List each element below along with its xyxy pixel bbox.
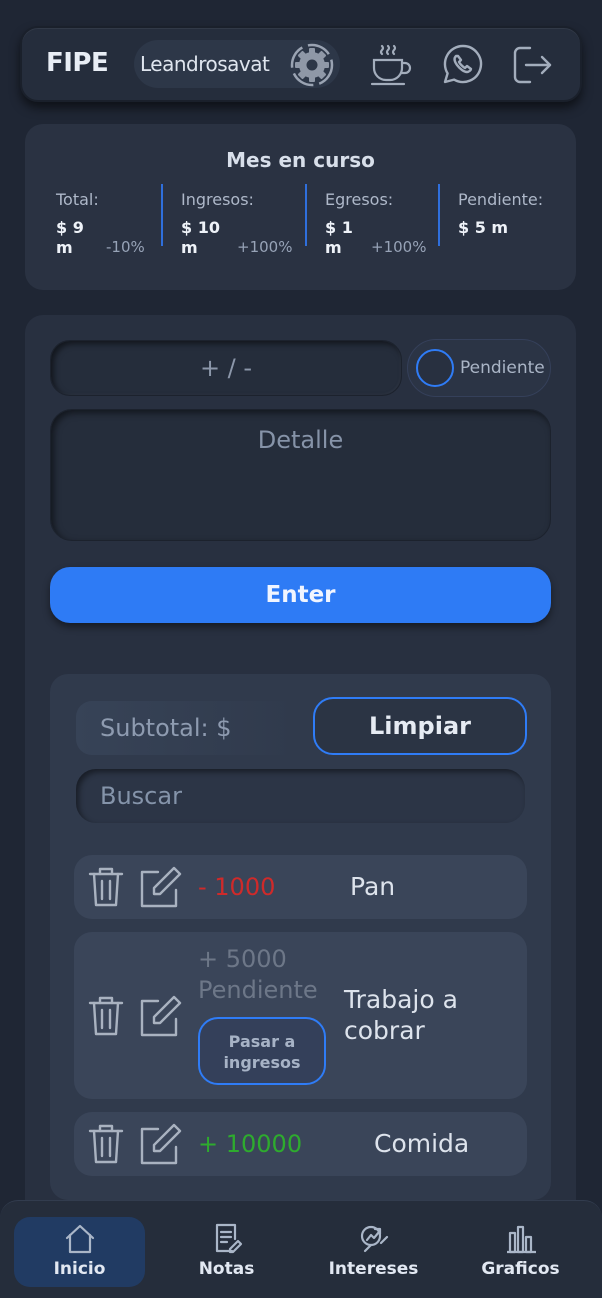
nav-item-graficos[interactable]: Graficos (455, 1217, 586, 1287)
list-item: + 5000 Pendiente Pasar a ingresos Trabaj… (74, 932, 527, 1099)
pending-toggle[interactable]: Pendiente (407, 339, 551, 397)
user-pill[interactable]: Leandrosavat (134, 40, 340, 88)
nav-item-intereses[interactable]: Intereses (308, 1217, 439, 1287)
username: Leandrosavat (140, 52, 270, 76)
trash-icon[interactable] (86, 1122, 126, 1166)
month-summary-card: Mes en curso Total: $ 9 m -10% Ingresos:… (25, 124, 576, 290)
trash-icon[interactable] (86, 865, 126, 909)
item-description: Pan (350, 872, 396, 901)
edit-icon[interactable] (136, 1121, 184, 1167)
home-icon (65, 1224, 94, 1254)
search-input[interactable]: Buscar (76, 769, 525, 823)
pending-radio[interactable] (416, 349, 454, 387)
move-to-income-button[interactable]: Pasar a ingresos (198, 1017, 326, 1085)
item-description: Trabajo a cobrar (344, 985, 458, 1045)
edit-icon[interactable] (136, 864, 184, 910)
subtotal-label: Subtotal: $ (76, 701, 298, 755)
entry-form-card: + / - Pendiente Detalle Enter Subtotal: … (25, 315, 576, 1200)
item-amount: - 1000 (198, 873, 276, 901)
top-header: FIPE Leandrosavat (20, 26, 582, 102)
nav-item-inicio[interactable]: Inicio (14, 1217, 145, 1287)
list-item: + 10000 Comida (74, 1112, 527, 1176)
stat-label: Ingresos: (181, 190, 254, 209)
interest-icon (360, 1225, 388, 1253)
divider (305, 184, 307, 246)
stat-value: $ 1 m (325, 218, 353, 257)
stat-income: Ingresos: $ 10 m +100% (181, 190, 292, 257)
summary-title: Mes en curso (226, 148, 375, 172)
item-description: Comida (374, 1129, 470, 1158)
bottom-navigation: Inicio Notas Intereses Graficos (0, 1200, 602, 1298)
stat-value: $ 9 m (56, 218, 84, 257)
enter-button[interactable]: Enter (50, 567, 551, 623)
list-item: - 1000 Pan (74, 855, 527, 919)
logout-icon[interactable] (510, 42, 556, 88)
notes-icon (215, 1223, 242, 1254)
stat-pct: +100% (237, 238, 293, 256)
stat-label: Total: (56, 190, 99, 209)
item-amount: + 10000 (198, 1130, 303, 1158)
nav-label: Notas (198, 1259, 255, 1279)
item-amount: + 5000 (198, 945, 287, 973)
coffee-icon[interactable] (368, 42, 414, 88)
detail-textarea[interactable]: Detalle (50, 409, 551, 541)
nav-label: Graficos (481, 1259, 560, 1279)
edit-icon[interactable] (136, 993, 184, 1039)
chart-icon (506, 1225, 536, 1254)
stat-value: $ 5 m (458, 218, 509, 237)
app-logo[interactable]: FIPE (46, 48, 109, 78)
whatsapp-icon[interactable] (440, 42, 486, 88)
stat-label: Pendiente: (458, 190, 544, 209)
nav-item-notas[interactable]: Notas (161, 1217, 292, 1287)
stat-value: $ 10 m (181, 218, 220, 257)
stat-expenses: Egresos: $ 1 m +100% (325, 190, 426, 257)
gear-icon[interactable] (290, 43, 334, 87)
item-amount-pending: + 5000 Pendiente (198, 944, 318, 1006)
transactions-panel: Subtotal: $ Limpiar Buscar - 1000 Pan + … (50, 674, 551, 1200)
stat-label: Egresos: (325, 190, 394, 209)
divider (161, 184, 163, 246)
stat-total: Total: $ 9 m -10% (56, 190, 145, 257)
clear-button[interactable]: Limpiar (313, 697, 527, 755)
divider (438, 184, 440, 246)
stat-pct: -10% (106, 238, 145, 256)
stat-pct: +100% (371, 238, 427, 256)
trash-icon[interactable] (86, 994, 126, 1038)
nav-label: Intereses (328, 1259, 419, 1279)
item-status: Pendiente (198, 976, 318, 1004)
stat-pending: Pendiente: $ 5 m (458, 190, 544, 237)
amount-input[interactable]: + / - (50, 340, 402, 396)
nav-label: Inicio (53, 1259, 106, 1279)
pending-label: Pendiente (460, 358, 545, 378)
